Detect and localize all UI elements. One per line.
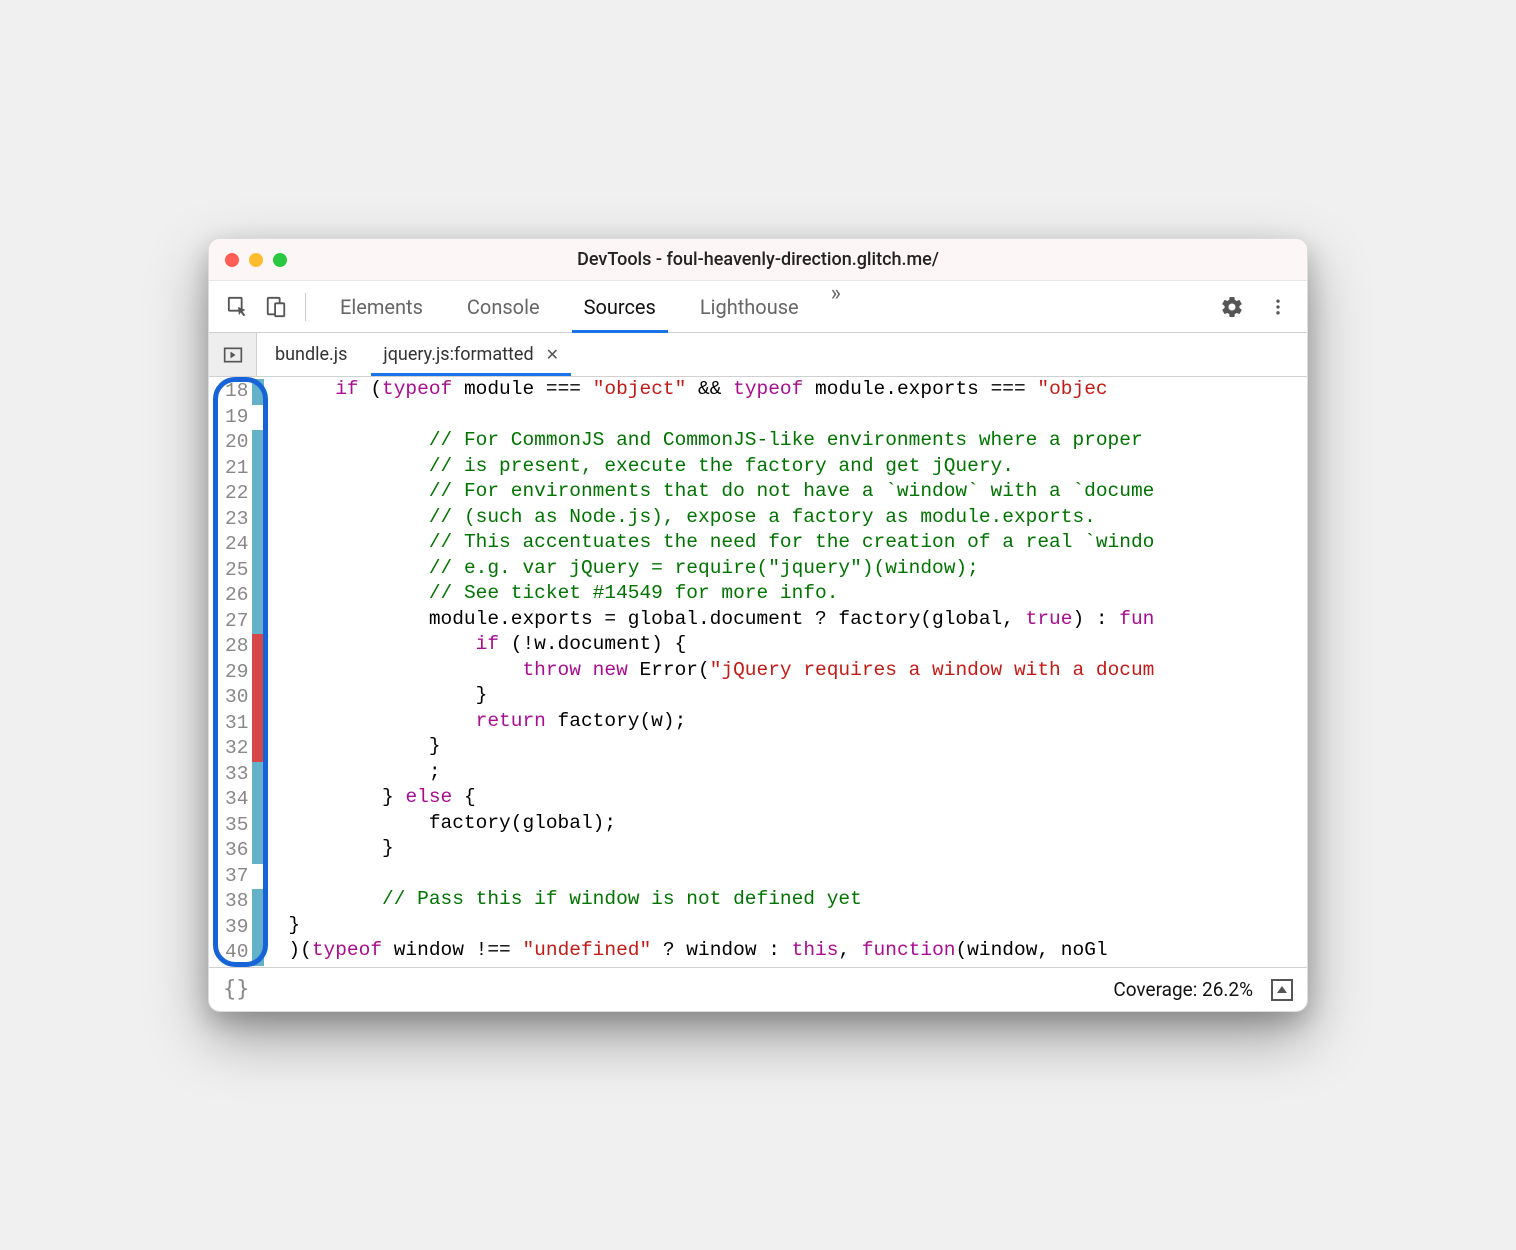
maximize-window-button[interactable] [273, 253, 287, 267]
file-tab-label: jquery.js:formatted [383, 344, 533, 365]
tab-lighthouse[interactable]: Lighthouse [678, 281, 821, 333]
tab-sources[interactable]: Sources [562, 281, 678, 333]
code-content[interactable]: if (typeof module === "object" && typeof… [270, 377, 1307, 967]
kebab-menu-icon[interactable] [1261, 290, 1295, 324]
gutter: 1819202122232425262728293031323334353637… [209, 377, 270, 967]
file-tab-label: bundle.js [275, 344, 347, 365]
devtools-window: DevTools - foul-heavenly-direction.glitc… [208, 238, 1308, 1012]
coverage-label: Coverage: 26.2% [1113, 978, 1253, 1001]
code-editor[interactable]: 1819202122232425262728293031323334353637… [209, 377, 1307, 967]
pretty-print-icon[interactable]: {} [223, 977, 250, 1002]
status-bar: {} Coverage: 26.2% [209, 967, 1307, 1011]
coverage-column [252, 379, 264, 966]
settings-icon[interactable] [1215, 290, 1249, 324]
inspect-element-icon[interactable] [221, 290, 255, 324]
line-numbers: 1819202122232425262728293031323334353637… [215, 379, 252, 966]
titlebar: DevTools - foul-heavenly-direction.glitc… [209, 239, 1307, 281]
file-tab-jquery[interactable]: jquery.js:formatted ✕ [365, 333, 577, 376]
device-toggle-icon[interactable] [259, 290, 293, 324]
window-title: DevTools - foul-heavenly-direction.glitc… [577, 249, 939, 270]
file-tabs: bundle.js jquery.js:formatted ✕ [209, 333, 1307, 377]
more-tabs-button[interactable]: » [821, 281, 851, 333]
main-toolbar: Elements Console Sources Lighthouse » [209, 281, 1307, 333]
scroll-top-icon[interactable] [1271, 979, 1293, 1001]
tab-console[interactable]: Console [445, 281, 562, 333]
main-tabs: Elements Console Sources Lighthouse » [318, 281, 1211, 333]
file-tab-bundle[interactable]: bundle.js [257, 333, 365, 376]
navigator-toggle-icon[interactable] [209, 333, 257, 376]
traffic-lights [225, 253, 287, 267]
minimize-window-button[interactable] [249, 253, 263, 267]
close-window-button[interactable] [225, 253, 239, 267]
tab-elements[interactable]: Elements [318, 281, 445, 333]
toolbar-separator [305, 293, 306, 321]
close-tab-icon[interactable]: ✕ [546, 345, 559, 364]
